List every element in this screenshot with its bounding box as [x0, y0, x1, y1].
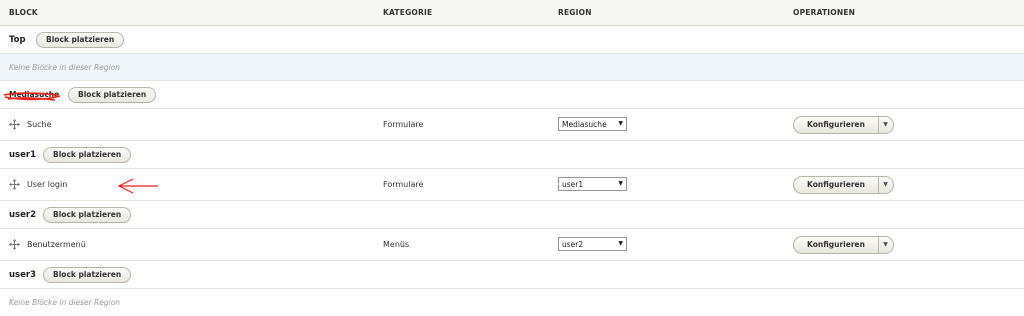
column-header-region: REGION — [558, 8, 592, 17]
block-layout-table: BLOCK KATEGORIE REGION OPERATIONEN Top B… — [0, 0, 1024, 316]
caret-down-icon[interactable]: ▼ — [878, 177, 893, 193]
block-row-user-login: User login Formulare user1 ▼ Konfigurier… — [0, 169, 1024, 201]
place-block-button[interactable]: Block platzieren — [36, 32, 125, 48]
move-cross-icon[interactable] — [9, 119, 20, 130]
place-block-button[interactable]: Block platzieren — [43, 147, 132, 163]
caret-down-icon: ▼ — [618, 120, 623, 127]
caret-down-icon: ▼ — [618, 180, 623, 187]
block-row-suche: Suche Formulare Mediasuche ▼ Konfigurier… — [0, 109, 1024, 141]
region-select[interactable]: user2 ▼ — [558, 237, 627, 251]
configure-button[interactable]: Konfigurieren — [794, 177, 879, 193]
region-title: user1 — [9, 150, 36, 160]
place-block-button[interactable]: Block platzieren — [43, 207, 132, 223]
configure-button[interactable]: Konfigurieren — [794, 117, 879, 133]
block-name: Suche — [27, 120, 52, 129]
block-name: User login — [27, 180, 68, 189]
configure-dropbutton: Konfigurieren ▼ — [793, 236, 894, 254]
region-row-top: Top Block platzieren — [0, 26, 1024, 54]
block-category: Menüs — [383, 240, 410, 249]
place-block-button[interactable]: Block platzieren — [68, 87, 157, 103]
region-select-value: Mediasuche — [562, 120, 607, 129]
configure-button[interactable]: Konfigurieren — [794, 237, 879, 253]
block-name: Benutzermenü — [27, 240, 86, 249]
caret-down-icon[interactable]: ▼ — [878, 117, 893, 133]
block-row-benutzermenue: Benutzermenü Menüs user2 ▼ Konfigurieren… — [0, 229, 1024, 261]
place-block-button[interactable]: Block platzieren — [43, 267, 132, 283]
region-select-value: user1 — [562, 180, 584, 189]
column-header-category: KATEGORIE — [383, 8, 433, 17]
region-select[interactable]: Mediasuche ▼ — [558, 117, 627, 131]
column-header-operations: OPERATIONEN — [793, 8, 856, 17]
block-category: Formulare — [383, 120, 424, 129]
move-cross-icon[interactable] — [9, 179, 20, 190]
empty-region-row: Keine Blöcke in dieser Region — [0, 54, 1024, 81]
region-title: Top — [9, 35, 26, 45]
region-select[interactable]: user1 ▼ — [558, 177, 627, 191]
empty-region-message: Keine Blöcke in dieser Region — [9, 298, 121, 307]
configure-dropbutton: Konfigurieren ▼ — [793, 116, 894, 134]
region-row-user1: user1 Block platzieren — [0, 141, 1024, 169]
region-select-value: user2 — [562, 240, 584, 249]
region-row-mediasuche: Mediasuche Block platzieren — [0, 81, 1024, 109]
region-row-user2: user2 Block platzieren — [0, 201, 1024, 229]
column-header-block: BLOCK — [9, 8, 38, 17]
table-header: BLOCK KATEGORIE REGION OPERATIONEN — [0, 0, 1024, 26]
region-title: user3 — [9, 270, 36, 280]
move-cross-icon[interactable] — [9, 239, 20, 250]
block-category: Formulare — [383, 180, 424, 189]
region-row-user3: user3 Block platzieren — [0, 261, 1024, 289]
region-title: Mediasuche — [9, 90, 60, 99]
empty-region-message: Keine Blöcke in dieser Region — [9, 63, 121, 72]
configure-dropbutton: Konfigurieren ▼ — [793, 176, 894, 194]
caret-down-icon: ▼ — [618, 240, 623, 247]
region-title: user2 — [9, 210, 36, 220]
caret-down-icon[interactable]: ▼ — [878, 237, 893, 253]
empty-region-row: Keine Blöcke in dieser Region — [0, 289, 1024, 316]
